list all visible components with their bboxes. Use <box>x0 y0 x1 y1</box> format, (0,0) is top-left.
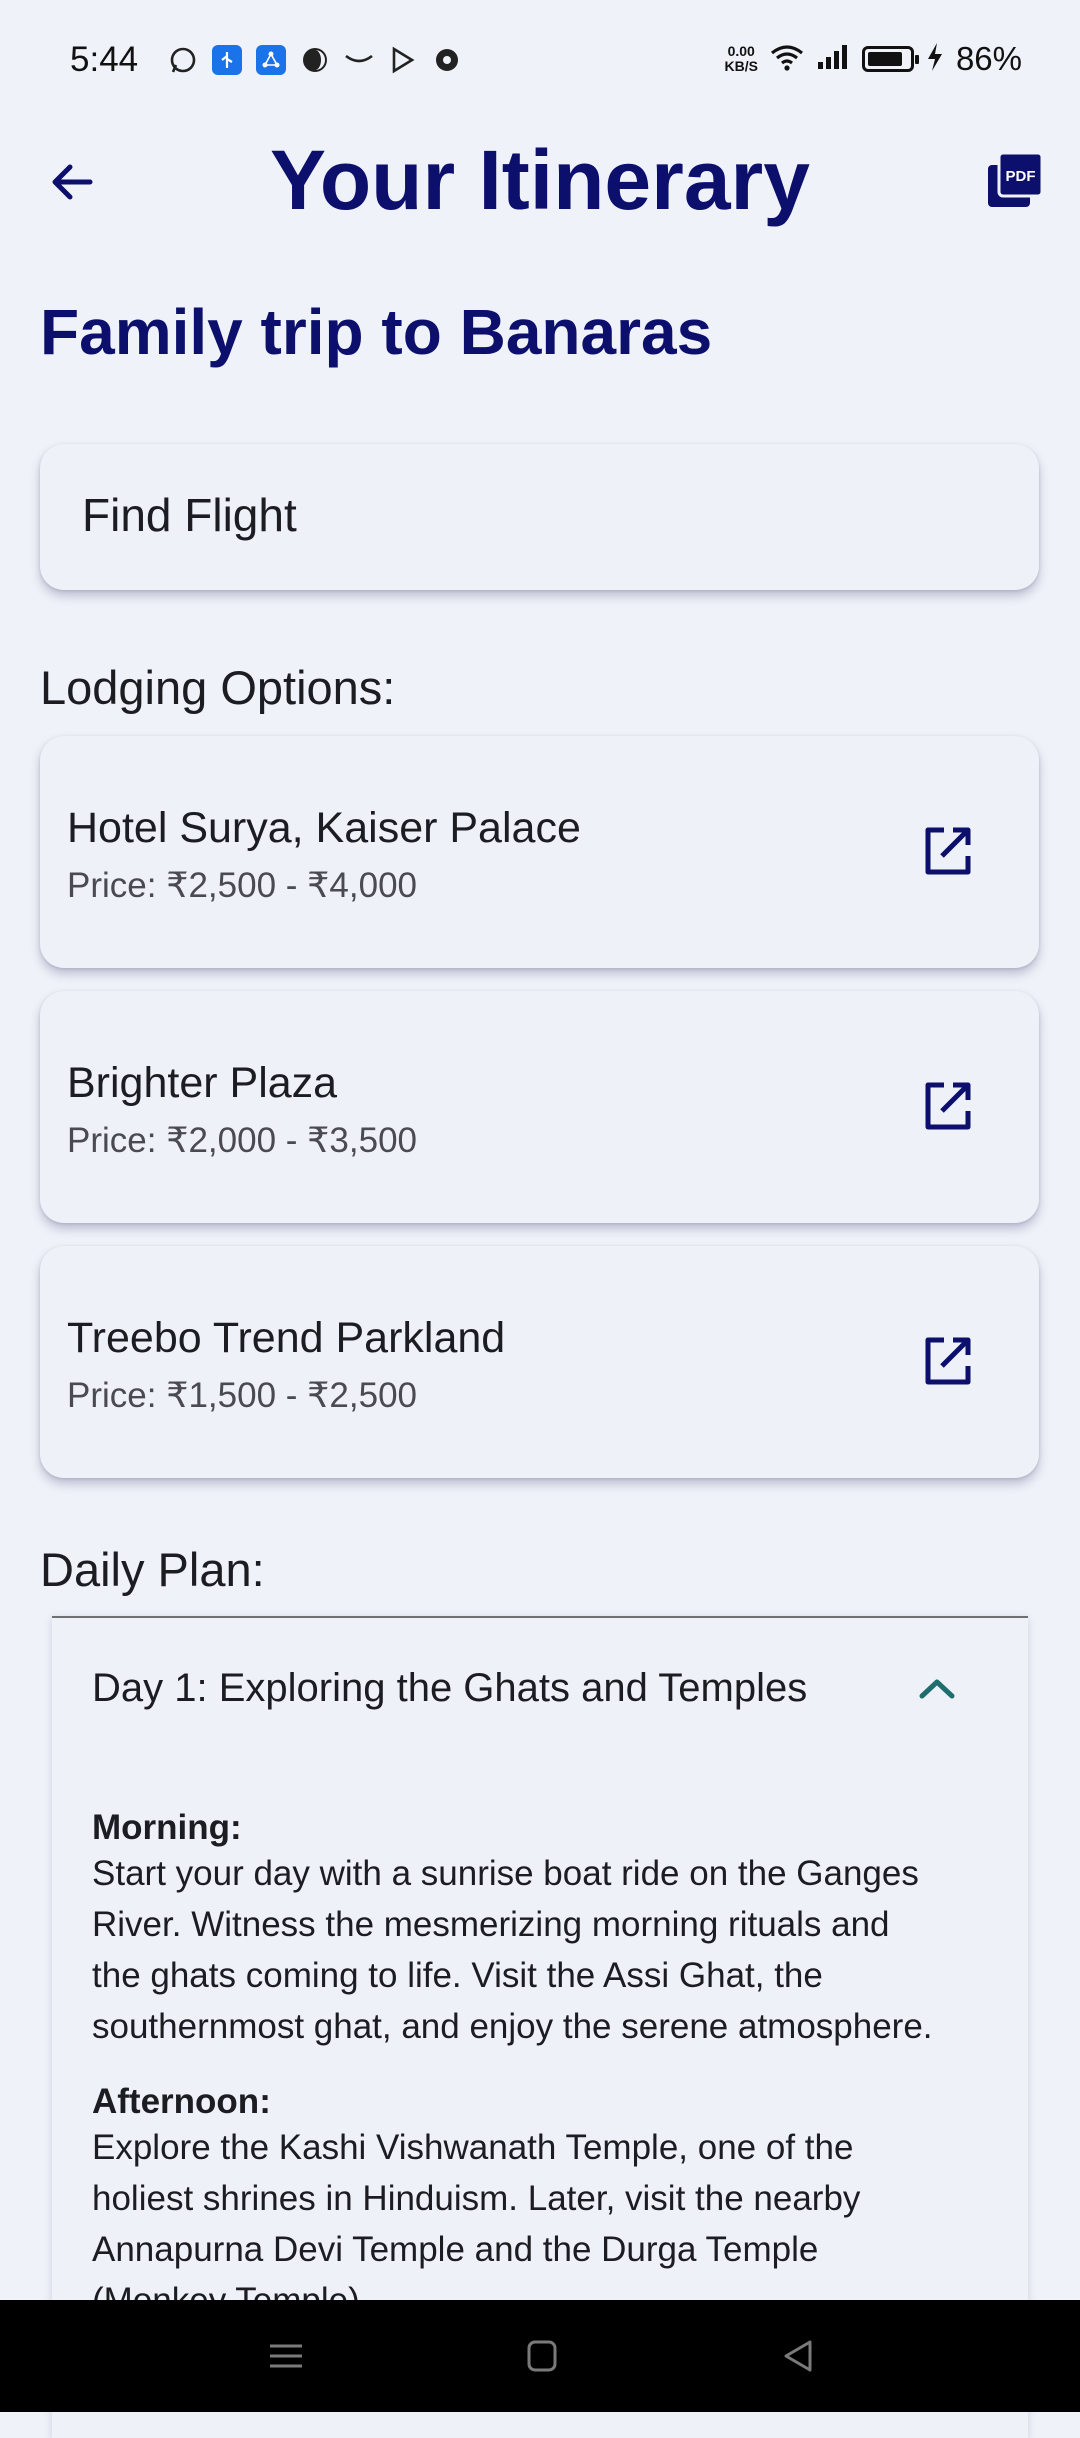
lodging-card[interactable]: Brighter Plaza Price: ₹2,000 - ₹3,500 <box>40 991 1039 1223</box>
lodging-name: Hotel Surya, Kaiser Palace <box>67 804 581 852</box>
pdf-icon: PDF <box>988 151 1044 207</box>
open-in-new-icon <box>925 1337 971 1385</box>
battery-percentage: 86% <box>955 40 1022 77</box>
find-flight-label: Find Flight <box>82 489 297 541</box>
collapse-button[interactable] <box>912 1670 962 1706</box>
home-square-icon <box>527 2340 557 2372</box>
usb-icon <box>212 45 242 75</box>
battery-icon <box>861 46 919 72</box>
lodging-price: Price: ₹2,500 - ₹4,000 <box>67 866 417 905</box>
amazon-icon <box>344 45 374 75</box>
app-bar: Your Itinerary PDF <box>0 130 1080 230</box>
status-right: 0.00 KB/S 86% <box>724 40 1022 78</box>
open-in-new-icon <box>925 1082 971 1130</box>
network-speed: 0.00 KB/S <box>724 43 758 74</box>
lodging-name: Treebo Trend Parkland <box>67 1314 506 1362</box>
signal-icon <box>816 44 850 75</box>
menu-nav-button[interactable] <box>266 2338 306 2374</box>
chevron-up-icon <box>919 1679 955 1699</box>
status-time: 5:44 <box>70 40 139 79</box>
open-link-button[interactable] <box>920 824 976 880</box>
back-nav-button[interactable] <box>778 2338 818 2374</box>
find-flight-button[interactable]: Find Flight <box>40 444 1039 590</box>
daily-plan-heading: Daily Plan: <box>40 1543 265 1596</box>
battery-tip <box>914 55 919 64</box>
home-nav-button[interactable] <box>522 2338 562 2374</box>
lodging-card[interactable]: Treebo Trend Parkland Price: ₹1,500 - ₹2… <box>40 1246 1039 1478</box>
afternoon-label: Afternoon: <box>92 2082 271 2121</box>
trip-title: Family trip to Banaras <box>40 296 713 368</box>
morning-section: Morning: Start your day with a sunrise b… <box>92 1808 992 2052</box>
lodging-price: Price: ₹2,000 - ₹3,500 <box>67 1121 417 1160</box>
pdf-export-button[interactable]: PDF <box>985 150 1049 214</box>
page-title: Your Itinerary <box>270 133 810 227</box>
lodging-price: Price: ₹1,500 - ₹2,500 <box>67 1376 417 1415</box>
afternoon-text: Explore the Kashi Vishwanath Temple, one… <box>92 2128 861 2320</box>
whatsapp-icon <box>168 45 198 75</box>
status-bar: 5:44 0.00 KB/S 86% <box>0 0 1080 120</box>
open-link-button[interactable] <box>920 1079 976 1135</box>
system-nav-bar <box>0 2300 1080 2412</box>
play-icon <box>388 45 418 75</box>
morning-text: Start your day with a sunrise boat ride … <box>92 1854 933 2046</box>
ball-icon <box>432 45 462 75</box>
menu-icon <box>270 2344 302 2368</box>
afternoon-section: Afternoon: Explore the Kashi Vishwanath … <box>92 2082 992 2326</box>
notification-icons <box>168 45 462 75</box>
lodging-heading: Lodging Options: <box>40 661 396 714</box>
lodging-card[interactable]: Hotel Surya, Kaiser Palace Price: ₹2,500… <box>40 736 1039 968</box>
open-link-button[interactable] <box>920 1334 976 1390</box>
back-triangle-icon <box>784 2340 812 2372</box>
open-in-new-icon <box>925 827 971 875</box>
share-icon <box>256 45 286 75</box>
lodging-name: Brighter Plaza <box>67 1059 338 1107</box>
half-moon-icon <box>300 45 330 75</box>
charging-bolt-icon <box>926 42 944 77</box>
day-1-title[interactable]: Day 1: Exploring the Ghats and Temples <box>92 1666 807 1711</box>
wifi-icon <box>770 43 804 76</box>
battery-level <box>867 52 903 66</box>
svg-text:PDF: PDF <box>1006 168 1036 185</box>
morning-label: Morning: <box>92 1808 242 1847</box>
